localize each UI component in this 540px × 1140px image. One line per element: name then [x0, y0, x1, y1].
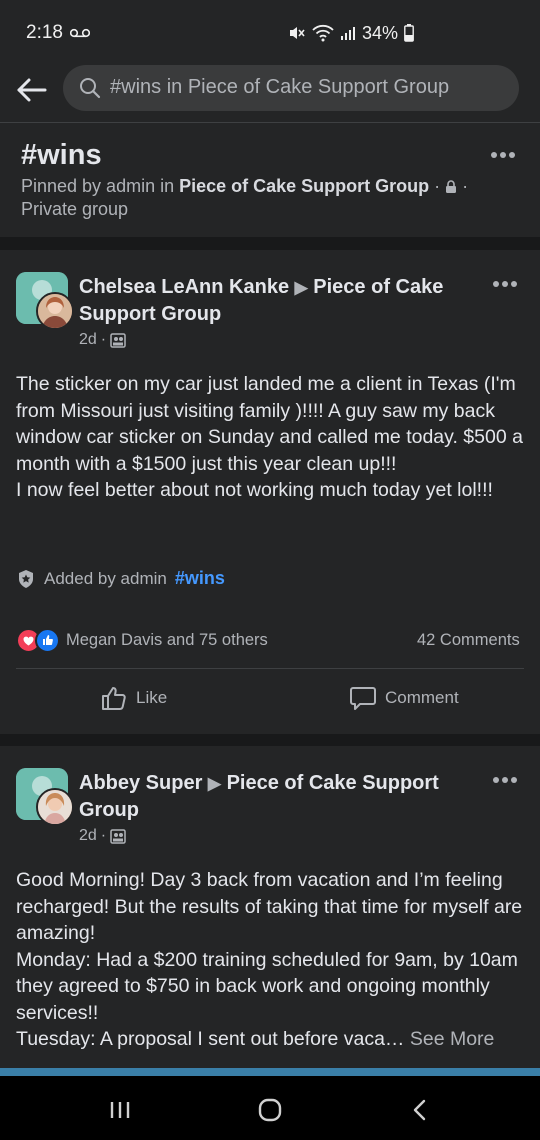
thumbs-up-icon [102, 687, 126, 710]
more-options-icon[interactable] [492, 776, 518, 784]
voicemail-icon [70, 28, 90, 38]
post-author-line: Chelsea LeAnn Kanke ▶ Piece of Cake Supp… [79, 274, 459, 327]
status-bar: 2:18 34% [0, 0, 540, 62]
see-more-link[interactable]: See More [410, 1028, 495, 1050]
recent-apps-icon[interactable] [106, 1096, 134, 1124]
home-icon[interactable] [256, 1096, 284, 1124]
status-time: 2:18 [26, 22, 63, 43]
page-title: #wins [21, 139, 102, 171]
group-audience-icon [110, 332, 126, 348]
like-label: Like [136, 688, 168, 707]
post-author-line: Abbey Super ▶ Piece of Cake Support Grou… [79, 770, 459, 823]
avatar [36, 292, 74, 330]
back-arrow-icon[interactable] [14, 72, 50, 108]
search-query: #wins in Piece of Cake Support Group [110, 76, 450, 98]
avatar [36, 788, 74, 826]
lock-icon [446, 180, 457, 193]
privacy-label: Private group [21, 199, 129, 219]
added-by-row: Added by admin #wins [16, 568, 225, 589]
reaction-names: Megan Davis and 75 others [66, 631, 268, 649]
system-nav-bar [0, 1076, 540, 1140]
arrow-right-icon: ▶ [207, 774, 221, 793]
more-options-icon[interactable] [490, 151, 516, 159]
group-link[interactable]: Piece of Cake Support Group [179, 176, 429, 196]
mute-icon [290, 27, 305, 39]
reactions-summary[interactable]: Megan Davis and 75 others [16, 628, 268, 653]
author-name[interactable]: Abbey Super [79, 772, 202, 794]
back-icon[interactable] [406, 1096, 434, 1124]
image-preview-strip [0, 1068, 540, 1076]
wifi-icon [312, 24, 334, 42]
signal-icon [341, 27, 355, 40]
post-time[interactable]: 2d [79, 827, 97, 845]
status-icons: 34% [288, 22, 414, 44]
admin-badge-icon [19, 569, 33, 588]
pinned-prefix: Pinned by admin in [21, 176, 180, 196]
post-meta: 2d · [79, 331, 126, 349]
comment-icon [350, 687, 376, 710]
comments-count[interactable]: 42 Comments [417, 631, 520, 650]
post-card: Abbey Super ▶ Piece of Cake Support Grou… [0, 746, 540, 1076]
battery-percent: 34% [362, 22, 399, 43]
post-text-content: Good Morning! Day 3 back from vacation a… [16, 869, 523, 1050]
hashtag-link[interactable]: #wins [175, 568, 225, 589]
divider [16, 668, 524, 669]
battery-icon [404, 24, 414, 42]
post-meta: 2d · [79, 827, 126, 845]
post-avatar[interactable] [16, 768, 74, 826]
comment-label: Comment [385, 688, 459, 707]
post-text: Good Morning! Day 3 back from vacation a… [16, 867, 524, 1079]
added-by-label: Added by admin [44, 568, 167, 588]
post-time[interactable]: 2d [79, 331, 97, 349]
app-bar: #wins in Piece of Cake Support Group [0, 62, 540, 122]
like-button[interactable]: Like [100, 682, 167, 714]
group-audience-icon [110, 828, 126, 844]
post-card: Chelsea LeAnn Kanke ▶ Piece of Cake Supp… [0, 250, 540, 734]
like-reaction-icon [35, 628, 60, 653]
hashtag-header: #wins Pinned by admin in Piece of Cake S… [0, 123, 540, 237]
author-name[interactable]: Chelsea LeAnn Kanke [79, 276, 289, 298]
search-input[interactable]: #wins in Piece of Cake Support Group [63, 65, 519, 111]
post-avatar[interactable] [16, 272, 74, 330]
comment-button[interactable]: Comment [349, 682, 459, 714]
search-icon [80, 78, 101, 99]
arrow-right-icon: ▶ [294, 278, 308, 297]
more-options-icon[interactable] [492, 280, 518, 288]
post-text: The sticker on my car just landed me a c… [16, 373, 523, 501]
pinned-info: Pinned by admin in Piece of Cake Support… [21, 176, 469, 219]
